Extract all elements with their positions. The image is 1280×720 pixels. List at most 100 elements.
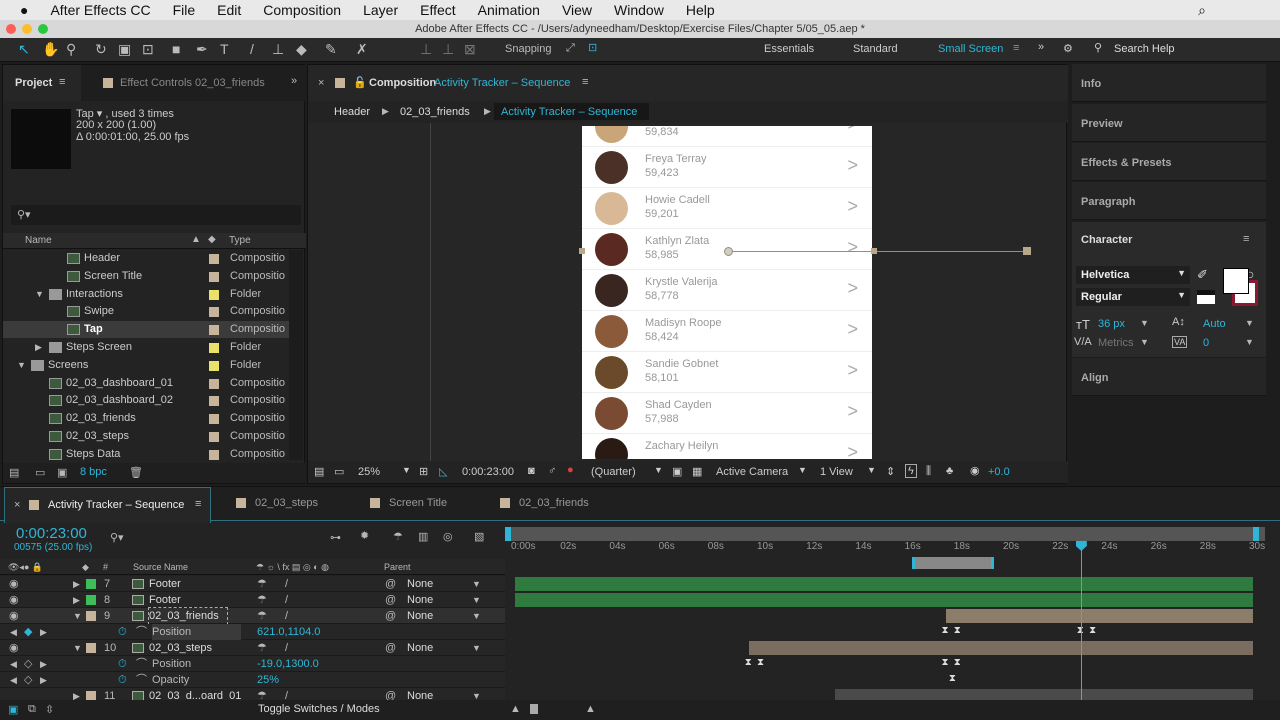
tab-composition-name[interactable]: Activity Tracker – Sequence (434, 77, 570, 89)
parent-dropdown[interactable]: None (407, 608, 433, 624)
property-row[interactable]: ◀ ◆ ▶ ⏱ ⌒ Position 621.0,1104.0 (0, 624, 505, 640)
selection-tool-icon[interactable]: ↖ (18, 41, 30, 58)
pick-whip-icon[interactable]: @ (385, 576, 396, 592)
layer-row[interactable]: ◉ ▼ 9 02_03_friends ☂ / @ None ▼ (0, 607, 505, 625)
shy-layers-icon[interactable]: ☂ (393, 530, 403, 543)
label-color-swatch[interactable] (209, 343, 219, 353)
menu-effect[interactable]: Effect (420, 2, 456, 18)
zoom-tool-icon[interactable]: ⚲ (66, 41, 76, 58)
sync-settings-icon[interactable]: ⚙ (1063, 42, 1073, 55)
menu-app[interactable]: After Effects CC (50, 2, 150, 18)
snap-expand-icon[interactable]: ⤢ (566, 42, 575, 55)
toggle-pixel-aspect-icon[interactable]: ⇕ (886, 465, 895, 478)
label-color-swatch[interactable] (209, 271, 219, 282)
roto-brush-tool-icon[interactable]: ✎ (325, 41, 337, 58)
display-icon[interactable]: ▭ (334, 465, 344, 478)
black-white-swatch[interactable] (1197, 290, 1215, 304)
layer-name[interactable]: Footer (149, 576, 181, 592)
zoom-window-button[interactable] (38, 24, 48, 34)
label-color-swatch[interactable] (209, 307, 219, 318)
more-workspaces-icon[interactable]: » (1038, 41, 1044, 53)
chevron-down-icon[interactable]: ▼ (1140, 337, 1149, 347)
collapse-transform-icon[interactable]: ☂ (257, 608, 267, 624)
property-value[interactable]: 621.0,1104.0 (257, 624, 320, 640)
menu-layer[interactable]: Layer (363, 2, 398, 18)
snap-feature-icon[interactable]: ⊡ (588, 41, 597, 54)
breadcrumb-header[interactable]: Header (334, 106, 370, 118)
layer-duration-bar[interactable] (748, 641, 1253, 655)
chevron-down-icon[interactable]: ▼ (1140, 318, 1149, 328)
layer-name[interactable]: 02_03_friends (148, 607, 228, 625)
keyframe-toggle-icon[interactable]: ◇ (24, 672, 32, 688)
composition-mini-flowchart-icon[interactable]: ⊶ (330, 531, 341, 544)
checkerboard-icon[interactable]: ▦ (692, 465, 702, 478)
collapse-transform-icon[interactable]: ☂ (257, 576, 267, 592)
workspace-standard[interactable]: Standard (853, 43, 898, 55)
snapping-toggle[interactable]: Snapping (505, 43, 552, 55)
zoom-in-icon[interactable]: ▲ (585, 703, 596, 715)
visibility-eye-icon[interactable]: ◉ (9, 608, 19, 624)
parent-dropdown[interactable]: None (407, 576, 433, 592)
work-area-bar[interactable] (505, 527, 1265, 541)
keyframe-toggle-icon[interactable]: ◆ (24, 624, 32, 640)
column-source-name[interactable]: Source Name (133, 559, 188, 575)
chevron-down-icon[interactable]: ▼ (1245, 318, 1254, 328)
keyframe-marker[interactable]: ⧗ (954, 657, 961, 668)
tab-activity-tracker[interactable]: × Activity Tracker – Sequence ≡ (4, 487, 211, 523)
label-color-swatch[interactable] (209, 378, 219, 389)
panel-align[interactable]: Align (1072, 358, 1266, 396)
keyframe-toggle-icon[interactable]: ◇ (24, 656, 32, 672)
keyframe-marker[interactable]: ⧗ (757, 657, 764, 668)
stopwatch-icon[interactable]: ⏱ (118, 656, 127, 672)
project-item[interactable]: 02_03_friends Compositio (3, 410, 289, 427)
eraser-tool-icon[interactable]: ◆ (296, 41, 307, 58)
disclosure-open-icon[interactable]: ▼ (35, 286, 44, 303)
quality-switch-icon[interactable]: / (285, 592, 288, 608)
work-area-range[interactable] (912, 557, 994, 569)
minimize-window-button[interactable] (22, 24, 32, 34)
in-out-panes-icon[interactable]: ⇳ (45, 703, 54, 716)
region-of-interest-icon[interactable]: ▣ (672, 465, 682, 478)
disclosure-open-icon[interactable]: ▼ (17, 357, 26, 374)
close-tab-icon[interactable]: × (318, 77, 324, 89)
search-help-input[interactable]: Search Help (1114, 43, 1175, 55)
chevron-down-icon[interactable]: ▼ (402, 465, 411, 475)
anchor-point-handle[interactable] (724, 247, 733, 256)
draft-3d-icon[interactable]: ✹ (360, 529, 369, 542)
property-value[interactable]: 25% (257, 672, 279, 688)
new-composition-icon[interactable]: ▣ (57, 466, 67, 479)
layer-handle[interactable] (871, 248, 877, 254)
stopwatch-icon[interactable]: ⏱ (118, 624, 127, 640)
tracking-value[interactable]: 0 (1203, 337, 1209, 349)
layer-handle[interactable] (579, 248, 585, 254)
column-name[interactable]: Name (25, 235, 52, 246)
layer-name[interactable]: Footer (149, 592, 181, 608)
keyframe-marker[interactable]: ⧗ (745, 657, 752, 668)
label-color-swatch[interactable] (209, 360, 219, 371)
quality-switch-icon[interactable]: / (285, 640, 288, 656)
column-type[interactable]: Type (229, 235, 251, 246)
kerning-value[interactable]: Metrics (1098, 337, 1133, 349)
view-layout-dropdown[interactable]: 1 View (820, 466, 853, 478)
project-item[interactable]: ▶ Steps Screen Folder (3, 339, 289, 356)
next-keyframe-icon[interactable]: ▶ (40, 672, 47, 688)
keyframe-marker[interactable]: ⧗ (954, 625, 961, 636)
close-tab-icon[interactable]: × (14, 499, 20, 511)
quality-switch-icon[interactable]: / (285, 608, 288, 624)
chevron-down-icon[interactable]: ▼ (472, 640, 481, 656)
disclosure-closed-icon[interactable]: ▶ (73, 592, 80, 608)
snapshot-icon[interactable]: ◙ (528, 465, 535, 477)
magnification-dropdown[interactable]: 25% (358, 466, 380, 478)
channel-icon[interactable]: ● (567, 464, 574, 476)
tab-timeline[interactable]: 02_03_steps (236, 497, 318, 509)
project-item[interactable]: 02_03_dashboard_02 Compositio (3, 392, 289, 409)
timeline-icon[interactable]: ⫼ (926, 465, 931, 478)
chevron-down-icon[interactable]: ▼ (798, 465, 807, 475)
font-family-dropdown[interactable]: Helvetica ▼ (1076, 266, 1190, 284)
label-color-swatch[interactable] (209, 289, 219, 300)
motion-blur-icon[interactable]: ◎ (443, 530, 453, 543)
brush-tool-icon[interactable]: / (250, 41, 254, 57)
parent-dropdown[interactable]: None (407, 640, 433, 656)
visibility-eye-icon[interactable]: ◉ (9, 576, 19, 592)
parent-dropdown[interactable]: None (407, 592, 433, 608)
